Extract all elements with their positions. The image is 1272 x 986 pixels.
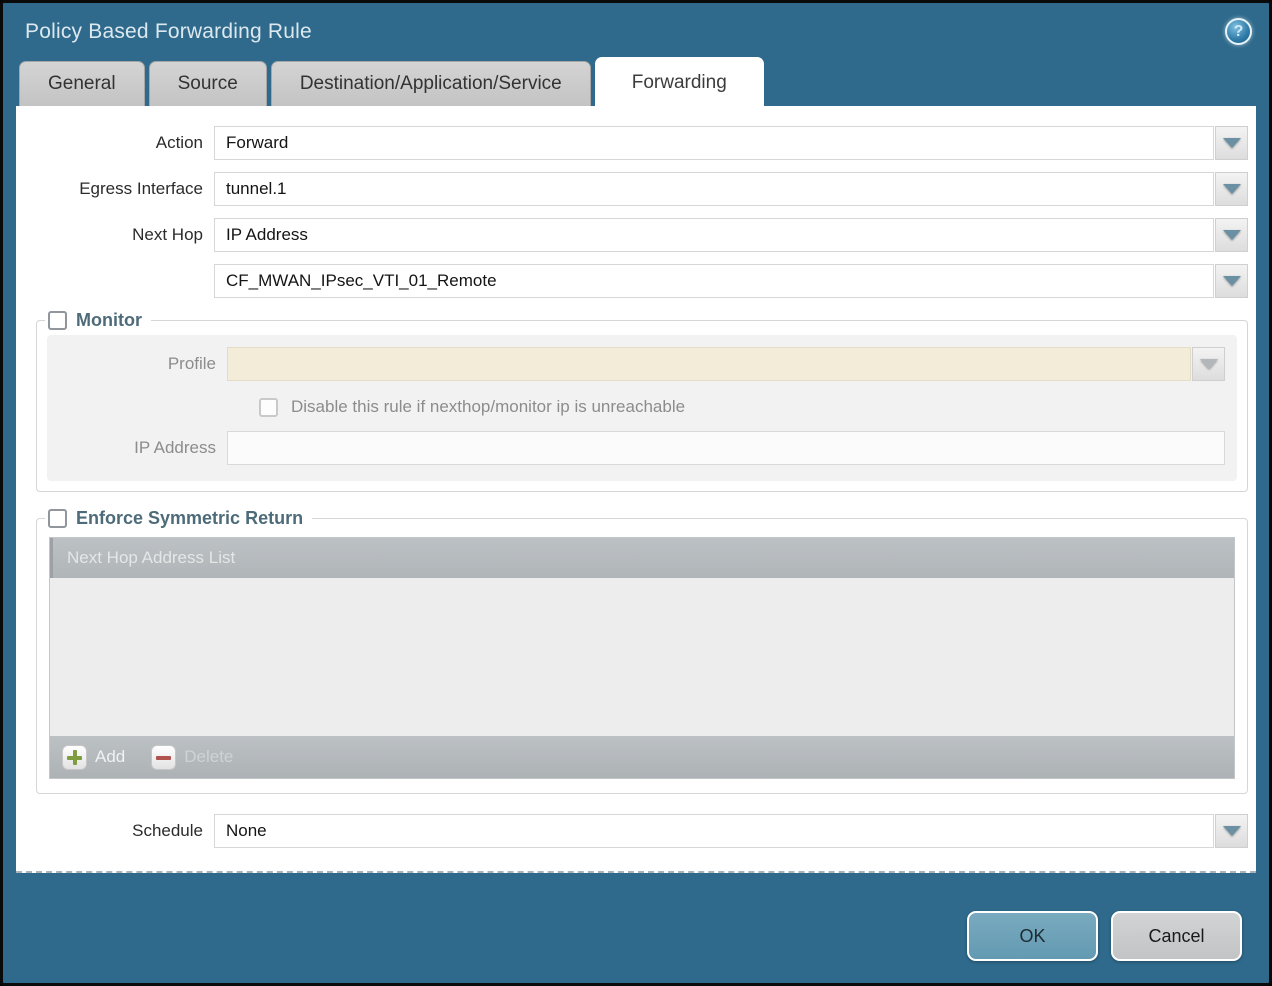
monitor-legend: Monitor xyxy=(45,310,151,331)
enforce-symmetric-return-section: Enforce Symmetric Return Next Hop Addres… xyxy=(36,508,1248,794)
next-hop-address-input[interactable] xyxy=(214,264,1214,298)
monitor-disabled-block: Profile Disable this rule if nexthop/mon… xyxy=(47,335,1237,481)
enforce-symmetric-return-title: Enforce Symmetric Return xyxy=(76,508,303,529)
next-hop-address-list-table: Next Hop Address List Add Delete xyxy=(49,537,1235,779)
disable-rule-label: Disable this rule if nexthop/monitor ip … xyxy=(291,397,685,417)
next-hop-label: Next Hop xyxy=(16,225,214,245)
forwarding-tab-panel: Action Egress Interface Next Hop xyxy=(16,106,1256,873)
action-label: Action xyxy=(16,133,214,153)
action-dropdown-button[interactable] xyxy=(1215,126,1248,160)
action-input[interactable] xyxy=(214,126,1214,160)
delete-button[interactable]: Delete xyxy=(151,745,233,770)
next-hop-row: Next Hop xyxy=(16,218,1256,252)
monitor-title: Monitor xyxy=(76,310,142,331)
next-hop-type-dropdown-button[interactable] xyxy=(1215,218,1248,252)
schedule-row: Schedule xyxy=(16,814,1256,848)
enforce-symmetric-return-checkbox[interactable] xyxy=(48,509,67,528)
next-hop-address-list-toolbar: Add Delete xyxy=(50,736,1234,778)
next-hop-address-row xyxy=(16,264,1256,298)
pbf-rule-dialog: Policy Based Forwarding Rule ? General S… xyxy=(0,0,1272,986)
next-hop-address-list-body[interactable] xyxy=(50,578,1234,736)
monitor-ip-address-row: IP Address xyxy=(47,431,1237,465)
monitor-section: Monitor Profile Disable this rule if nex… xyxy=(36,310,1248,492)
egress-interface-label: Egress Interface xyxy=(16,179,214,199)
monitor-ip-address-input xyxy=(227,431,1225,465)
enforce-symmetric-return-legend: Enforce Symmetric Return xyxy=(45,508,312,529)
monitor-ip-address-label: IP Address xyxy=(47,438,227,458)
tab-bar: General Source Destination/Application/S… xyxy=(19,57,1269,106)
chevron-down-icon xyxy=(1200,359,1218,369)
add-button[interactable]: Add xyxy=(62,745,125,770)
add-button-label: Add xyxy=(95,747,125,767)
schedule-label: Schedule xyxy=(16,821,214,841)
ok-button[interactable]: OK xyxy=(967,911,1098,961)
profile-label: Profile xyxy=(47,354,227,374)
disable-rule-checkbox xyxy=(259,398,278,417)
dialog-titlebar: Policy Based Forwarding Rule ? xyxy=(3,3,1269,57)
chevron-down-icon xyxy=(1223,184,1241,194)
cancel-button[interactable]: Cancel xyxy=(1111,911,1242,961)
schedule-dropdown-button[interactable] xyxy=(1215,814,1248,848)
dialog-footer: OK Cancel xyxy=(967,911,1242,961)
next-hop-address-list-header: Next Hop Address List xyxy=(50,538,1234,578)
profile-row: Profile xyxy=(47,347,1237,381)
chevron-down-icon xyxy=(1223,230,1241,240)
profile-input xyxy=(227,347,1191,381)
disable-rule-row: Disable this rule if nexthop/monitor ip … xyxy=(259,397,1237,417)
chevron-down-icon xyxy=(1223,138,1241,148)
profile-dropdown-button xyxy=(1192,347,1225,381)
tab-source[interactable]: Source xyxy=(149,61,267,106)
monitor-checkbox[interactable] xyxy=(48,311,67,330)
next-hop-address-dropdown-button[interactable] xyxy=(1215,264,1248,298)
schedule-input[interactable] xyxy=(214,814,1214,848)
tab-destination-application-service[interactable]: Destination/Application/Service xyxy=(271,61,591,106)
egress-interface-input[interactable] xyxy=(214,172,1214,206)
chevron-down-icon xyxy=(1223,826,1241,836)
plus-icon xyxy=(62,745,87,770)
minus-icon xyxy=(151,745,176,770)
tab-general[interactable]: General xyxy=(19,61,145,106)
tab-forwarding[interactable]: Forwarding xyxy=(595,57,764,106)
help-icon[interactable]: ? xyxy=(1225,18,1252,45)
dialog-title: Policy Based Forwarding Rule xyxy=(25,20,1247,44)
next-hop-type-input[interactable] xyxy=(214,218,1214,252)
egress-interface-row: Egress Interface xyxy=(16,172,1256,206)
egress-interface-dropdown-button[interactable] xyxy=(1215,172,1248,206)
action-row: Action xyxy=(16,126,1256,160)
chevron-down-icon xyxy=(1223,276,1241,286)
delete-button-label: Delete xyxy=(184,747,233,767)
